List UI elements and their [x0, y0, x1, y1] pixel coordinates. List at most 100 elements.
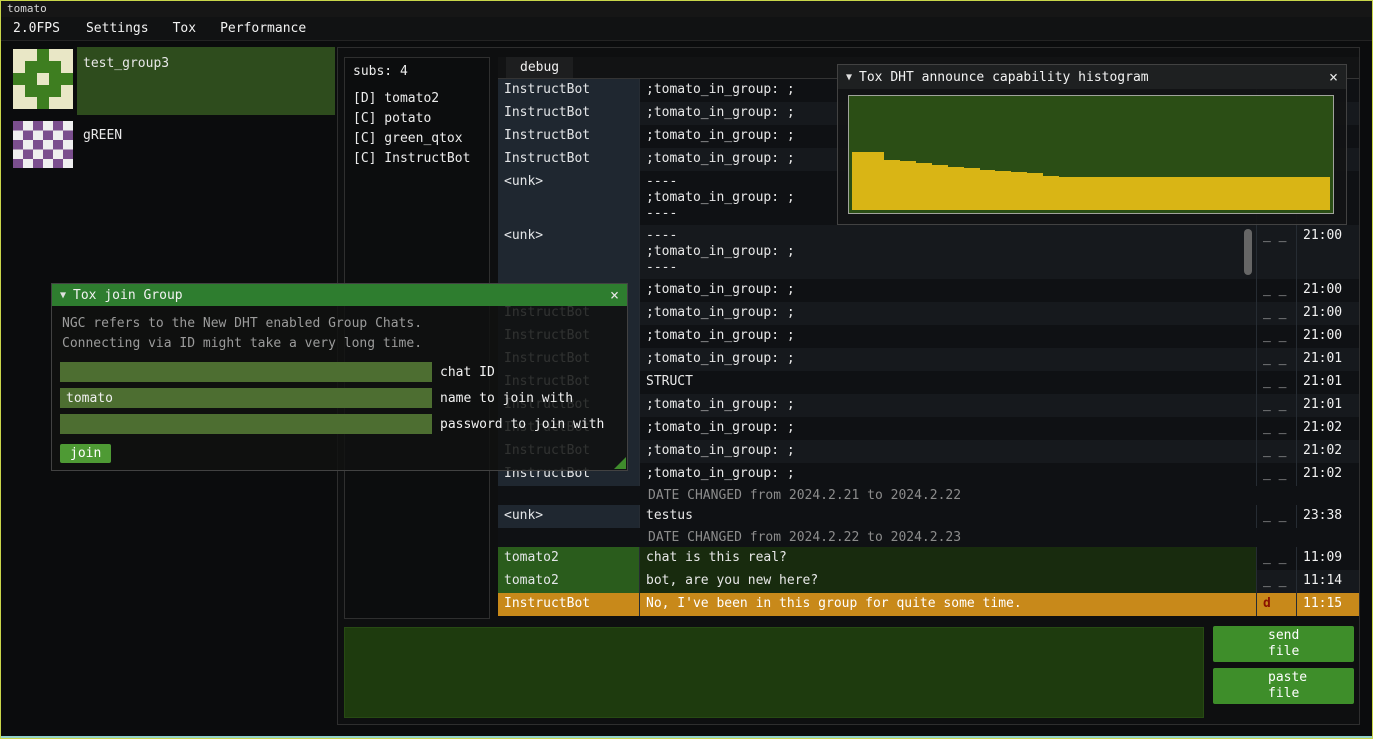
window-title: tomato [7, 2, 47, 15]
message-status: _ _ [1256, 394, 1296, 417]
message-row: tomato2bot, are you new here?_ _11:14 [498, 570, 1359, 593]
histogram-bar [1282, 177, 1298, 210]
message-status: _ _ [1256, 570, 1296, 593]
member-item-tomato2[interactable]: [D] tomato2 [353, 89, 481, 109]
close-icon[interactable]: × [1329, 68, 1338, 86]
histogram-bar [964, 168, 980, 210]
join-name-input[interactable] [60, 388, 432, 408]
histogram-bar [1107, 177, 1123, 210]
histogram-bar [916, 163, 932, 210]
message-text: testus [639, 505, 1256, 528]
histogram-bar [1059, 177, 1075, 210]
message-input[interactable] [344, 627, 1204, 718]
member-item-instructbot[interactable]: [C] InstructBot [353, 149, 481, 169]
paste-file-button[interactable]: paste file [1213, 668, 1354, 704]
histogram-bar [1314, 177, 1330, 210]
join-name-label: name to join with [440, 391, 573, 406]
subs-count: subs: 4 [353, 64, 481, 79]
histogram-bar [1011, 172, 1027, 210]
message-time: 23:38 [1296, 505, 1359, 528]
message-status: _ _ [1256, 505, 1296, 528]
histogram-bar [1091, 177, 1107, 210]
histogram-bar [868, 152, 884, 210]
collapse-arrow-icon[interactable]: ▼ [60, 290, 66, 301]
histogram-window-title: Tox DHT announce capability histogram [859, 70, 1149, 85]
menu-item-performance[interactable]: Performance [208, 19, 318, 38]
message-author: <unk> [498, 225, 639, 279]
message-time: 11:14 [1296, 570, 1359, 593]
tab-debug[interactable]: debug [506, 57, 573, 78]
message-author: InstructBot [498, 148, 639, 171]
message-time: 21:00 [1296, 325, 1359, 348]
message-time: 21:00 [1296, 302, 1359, 325]
group-name: gREEN [83, 128, 122, 143]
histogram-bar [1203, 177, 1219, 210]
join-password-input[interactable] [60, 414, 432, 434]
titlebar: tomato [1, 1, 1372, 17]
message-text: bot, are you new here? [639, 570, 1256, 593]
histogram-bar [1123, 177, 1139, 210]
message-status: _ _ [1256, 325, 1296, 348]
histogram-bar [948, 167, 964, 210]
chat-scrollbar[interactable] [1244, 229, 1252, 275]
app-window: tomato 2.0FPS Settings Tox Performance t… [0, 0, 1373, 739]
join-group-window: ▼ Tox join Group × NGC refers to the New… [51, 283, 628, 471]
message-text: ;tomato_in_group: ; [639, 417, 1256, 440]
message-time: 21:02 [1296, 417, 1359, 440]
message-time: 21:01 [1296, 348, 1359, 371]
message-time: 21:02 [1296, 463, 1359, 486]
message-status: _ _ [1256, 417, 1296, 440]
histogram-window-titlebar[interactable]: ▼ Tox DHT announce capability histogram … [838, 65, 1346, 89]
histogram-bar [1219, 177, 1235, 210]
message-author: <unk> [498, 505, 639, 528]
join-password-label: password to join with [440, 417, 604, 432]
histogram-bar [1043, 176, 1059, 210]
menu-item-settings[interactable]: Settings [74, 19, 161, 38]
message-status: _ _ [1256, 225, 1296, 279]
histogram-bar [932, 165, 948, 211]
join-window-titlebar[interactable]: ▼ Tox join Group × [52, 284, 627, 306]
message-text: ;tomato_in_group: ; [639, 440, 1256, 463]
message-text: chat is this real? [639, 547, 1256, 570]
message-status: d [1256, 593, 1296, 616]
histogram-bar [852, 152, 868, 210]
message-author: InstructBot [498, 125, 639, 148]
histogram-bar [1266, 177, 1282, 210]
message-author: InstructBot [498, 593, 639, 616]
menu-item-tox[interactable]: Tox [161, 19, 208, 38]
send-file-button[interactable]: send file [1213, 626, 1354, 662]
group-item-green[interactable]: gREEN [9, 119, 335, 171]
message-text: ;tomato_in_group: ; [639, 394, 1256, 417]
message-status: _ _ [1256, 302, 1296, 325]
histogram-bars [852, 99, 1330, 210]
message-row: InstructBotNo, I've been in this group f… [498, 593, 1359, 616]
message-time: 21:00 [1296, 279, 1359, 302]
join-window-title: Tox join Group [73, 288, 183, 303]
histogram-bar [1235, 177, 1251, 210]
close-icon[interactable]: × [610, 286, 619, 304]
message-author: InstructBot [498, 102, 639, 125]
fps-counter: 2.0FPS [5, 19, 68, 38]
message-status: _ _ [1256, 463, 1296, 486]
message-author: tomato2 [498, 547, 639, 570]
member-item-green_qtox[interactable]: [C] green_qtox [353, 129, 481, 149]
join-button[interactable]: join [60, 444, 111, 463]
histogram-bar [900, 161, 916, 210]
message-status: _ _ [1256, 348, 1296, 371]
group-item-test_group3[interactable]: test_group3 [9, 47, 335, 115]
message-status: _ _ [1256, 440, 1296, 463]
message-time: 11:15 [1296, 593, 1359, 616]
date-changed-row: DATE CHANGED from 2024.2.21 to 2024.2.22 [498, 486, 1359, 505]
message-author: InstructBot [498, 79, 639, 102]
member-item-potato[interactable]: [C] potato [353, 109, 481, 129]
join-description-line: Connecting via ID might take a very long… [62, 334, 617, 354]
collapse-arrow-icon[interactable]: ▼ [846, 72, 852, 83]
message-row: tomato2chat is this real?_ _11:09 [498, 547, 1359, 570]
tab-label: debug [520, 60, 559, 75]
chat-id-input[interactable] [60, 362, 432, 382]
resize-grip[interactable] [614, 457, 626, 469]
menu-bar: 2.0FPS Settings Tox Performance [1, 17, 1372, 41]
message-time: 21:02 [1296, 440, 1359, 463]
message-text: ----;tomato_in_group: ;---- [639, 225, 1256, 279]
histogram-bar [1298, 177, 1314, 210]
